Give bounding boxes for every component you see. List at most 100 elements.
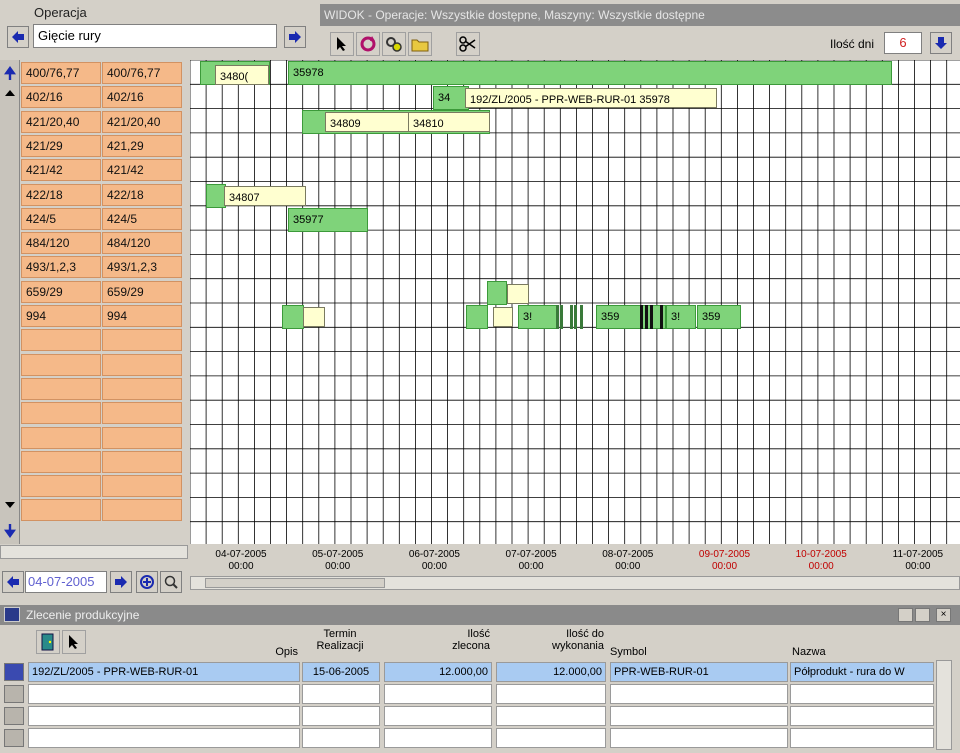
date-next-button[interactable]	[110, 571, 132, 593]
gantt-hscroll[interactable]	[190, 576, 960, 590]
machine-code-cell[interactable]	[21, 353, 101, 376]
row-selector[interactable]	[4, 663, 24, 681]
gantt-task-sliver[interactable]	[645, 305, 648, 329]
order-cell-symbol[interactable]: PPR-WEB-RUR-01	[610, 662, 788, 682]
scroll-up-icon[interactable]	[5, 90, 15, 96]
machine-name-cell[interactable]	[102, 402, 182, 425]
gantt-task-sliver[interactable]	[640, 305, 643, 329]
order-cell-do_wykonania[interactable]	[496, 706, 606, 726]
machine-code-cell[interactable]: 994	[21, 305, 101, 327]
operation-prev-button[interactable]	[7, 26, 29, 48]
machine-name-cell[interactable]	[102, 499, 182, 522]
pointer-tool-button[interactable]	[330, 32, 354, 56]
gantt-task[interactable]: 34810	[408, 112, 490, 132]
orders-pointer-button[interactable]	[62, 630, 86, 654]
machine-name-cell[interactable]	[102, 450, 182, 473]
gantt-task-sliver[interactable]	[556, 305, 559, 329]
machine-name-cell[interactable]: 421/42	[102, 159, 182, 182]
gantt-task[interactable]: 34	[433, 86, 469, 110]
gantt-task[interactable]: 35977	[288, 208, 368, 232]
order-cell-symbol[interactable]	[610, 706, 788, 726]
order-cell-do_wykonania[interactable]	[496, 728, 606, 748]
machine-name-cell[interactable]	[102, 353, 182, 376]
close-button[interactable]: ×	[936, 608, 951, 622]
machine-name-cell[interactable]	[102, 475, 182, 498]
order-cell-nazwa[interactable]	[790, 684, 934, 704]
machine-code-cell[interactable]: 493/1,2,3	[21, 256, 101, 279]
machine-name-cell[interactable]: 659/29	[102, 280, 182, 303]
machine-code-cell[interactable]	[21, 475, 101, 498]
machine-name-cell[interactable]: 422/18	[102, 183, 182, 206]
machine-name-cell[interactable]	[102, 426, 182, 449]
gantt-task[interactable]: 34809	[325, 112, 409, 132]
order-cell-nazwa[interactable]	[790, 706, 934, 726]
order-cell-zlecona[interactable]	[384, 706, 492, 726]
machine-name-cell[interactable]: 484/120	[102, 232, 182, 255]
scroll-down-icon[interactable]	[5, 502, 15, 508]
machine-code-cell[interactable]: 422/18	[21, 183, 101, 206]
operation-next-button[interactable]	[284, 26, 306, 48]
gantt-hscroll-thumb[interactable]	[205, 578, 385, 588]
order-cell-symbol[interactable]	[610, 728, 788, 748]
gantt-task-sliver[interactable]	[650, 305, 653, 329]
gantt-task[interactable]	[206, 184, 226, 208]
gantt-task[interactable]: 3480(	[215, 65, 269, 85]
order-cell-zlecona[interactable]	[384, 728, 492, 748]
gantt-task-sliver[interactable]	[580, 305, 583, 329]
gantt-task[interactable]: 359	[697, 305, 741, 329]
order-cell-opis[interactable]: 192/ZL/2005 - PPR-WEB-RUR-01	[28, 662, 300, 682]
scroll-first-icon[interactable]	[4, 66, 16, 80]
machine-list-scrollbar[interactable]	[0, 60, 20, 544]
gantt-task[interactable]: 35978	[288, 61, 892, 85]
days-apply-button[interactable]	[930, 32, 952, 54]
gantt-task[interactable]: 3!	[666, 305, 696, 329]
machine-code-cell[interactable]: 421/29	[21, 134, 101, 157]
machine-name-cell[interactable]: 400/76,77	[102, 62, 182, 84]
gantt-task[interactable]	[466, 305, 488, 329]
machine-name-cell[interactable]: 493/1,2,3	[102, 256, 182, 279]
settings-button[interactable]	[382, 32, 406, 56]
gantt-task[interactable]: 34807	[224, 186, 306, 206]
gantt-task[interactable]	[487, 281, 507, 305]
machine-code-cell[interactable]: 421/42	[21, 159, 101, 182]
machine-name-cell[interactable]: 424/5	[102, 207, 182, 230]
order-cell-zlecona[interactable]	[384, 684, 492, 704]
machine-code-cell[interactable]	[21, 402, 101, 425]
gantt-task-sliver[interactable]	[560, 305, 563, 329]
machine-code-cell[interactable]	[21, 499, 101, 522]
gantt-task[interactable]: 3!	[518, 305, 558, 329]
machine-code-cell[interactable]: 424/5	[21, 207, 101, 230]
machine-name-cell[interactable]: 421/20,40	[102, 110, 182, 133]
split-button[interactable]	[456, 32, 480, 56]
machine-list-hscroll[interactable]	[0, 545, 188, 559]
orders-vscroll[interactable]	[936, 660, 952, 750]
machine-code-cell[interactable]: 421/20,40	[21, 110, 101, 133]
machine-name-cell[interactable]	[102, 377, 182, 400]
order-cell-termin[interactable]	[302, 728, 380, 748]
gantt-task[interactable]	[493, 307, 513, 327]
machine-code-cell[interactable]: 400/76,77	[21, 62, 101, 84]
refresh-button[interactable]	[356, 32, 380, 56]
machine-code-cell[interactable]	[21, 377, 101, 400]
gantt-task[interactable]: 359	[596, 305, 666, 329]
order-cell-symbol[interactable]	[610, 684, 788, 704]
gantt-task[interactable]	[303, 307, 325, 327]
machine-code-cell[interactable]: 402/16	[21, 86, 101, 109]
days-input[interactable]: 6	[884, 32, 922, 54]
zoom-in-button[interactable]	[136, 571, 158, 593]
gantt-task-sliver[interactable]	[570, 305, 573, 329]
machine-code-cell[interactable]: 659/29	[21, 280, 101, 303]
maximize-button[interactable]	[915, 608, 930, 622]
machine-code-cell[interactable]	[21, 426, 101, 449]
date-input[interactable]: 04-07-2005	[25, 571, 107, 593]
gantt-task-sliver[interactable]	[660, 305, 663, 329]
gantt-task[interactable]	[507, 284, 529, 304]
open-folder-button[interactable]	[408, 32, 432, 56]
order-cell-opis[interactable]	[28, 728, 300, 748]
machine-name-cell[interactable]: 994	[102, 305, 182, 327]
gantt-task[interactable]	[282, 305, 304, 329]
gantt-task-sliver[interactable]	[574, 305, 577, 329]
row-selector[interactable]	[4, 707, 24, 725]
order-cell-termin[interactable]	[302, 706, 380, 726]
order-tooltip[interactable]: 192/ZL/2005 - PPR-WEB-RUR-01 35978	[465, 88, 717, 108]
